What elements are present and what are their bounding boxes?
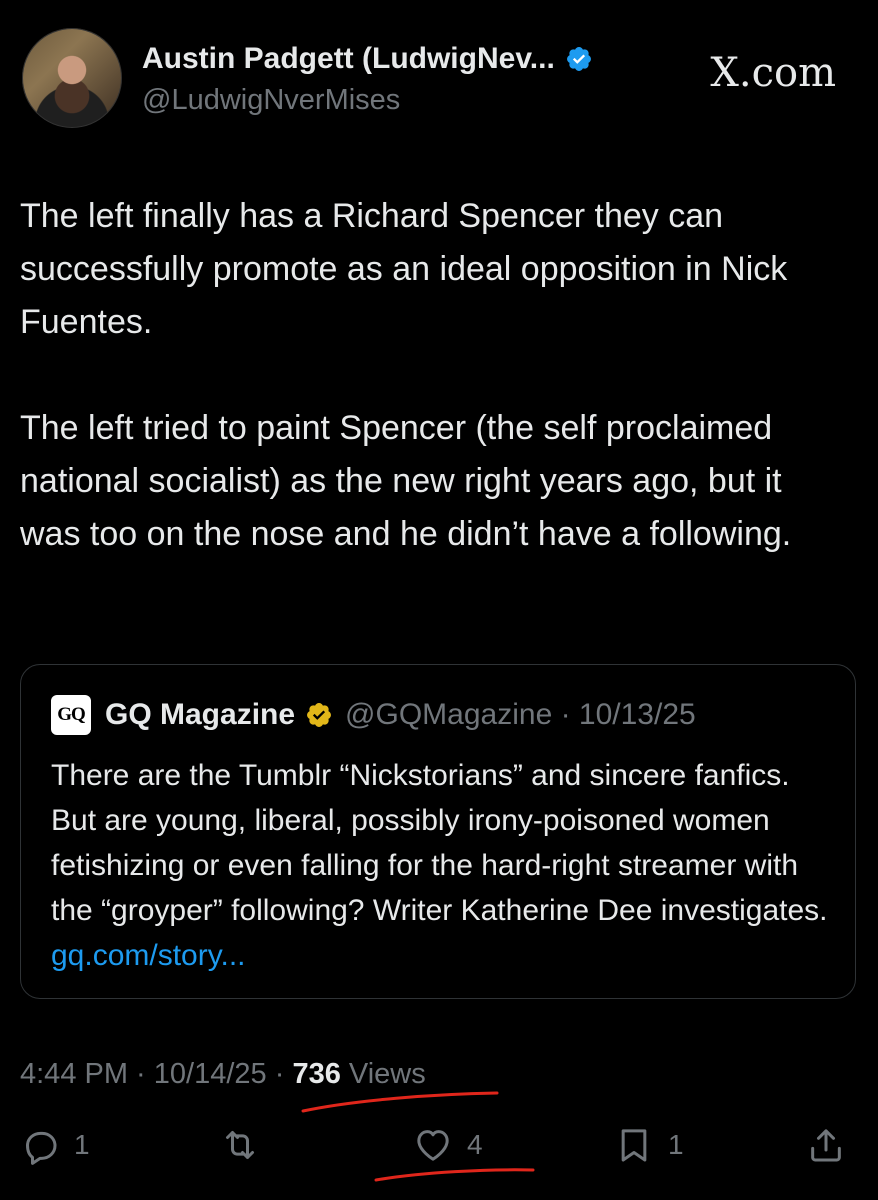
bookmark-button[interactable]: 1 [614, 1125, 684, 1165]
quoted-tweet-text: There are the Tumblr “Nickstorians” and … [51, 753, 841, 978]
views-count: 736 [292, 1058, 341, 1090]
gq-avatar-logo[interactable]: GQ [51, 695, 91, 735]
quoted-tweet-body: There are the Tumblr “Nickstorians” and … [51, 759, 836, 927]
tweet-timestamp[interactable]: 4:44 PM · 10/14/25 · [20, 1058, 292, 1090]
x-com-logo: X.com [710, 50, 836, 96]
heart-icon [417, 1130, 449, 1161]
author-handle[interactable]: @LudwigNverMises [142, 84, 400, 117]
reply-icon [26, 1131, 57, 1165]
author-name-row[interactable]: Austin Padgett (LudwigNev... [142, 42, 593, 76]
author-display-name[interactable]: Austin Padgett (LudwigNev... [142, 42, 555, 76]
tweet-text: The left finally has a Richard Spencer t… [20, 197, 792, 553]
share-button[interactable] [806, 1125, 846, 1165]
quoted-handle-date[interactable]: @GQMagazine · 10/13/25 [345, 698, 696, 732]
share-icon [811, 1129, 841, 1162]
reply-count: 1 [74, 1129, 90, 1160]
repost-button[interactable] [220, 1125, 274, 1165]
action-bar: 1 4 1 [20, 1125, 856, 1175]
tweet-header: Austin Padgett (LudwigNev... @LudwigNver… [22, 28, 856, 138]
repost-icon [226, 1131, 254, 1159]
verified-badge-icon [566, 47, 591, 71]
bookmark-count: 1 [668, 1129, 684, 1160]
gold-verified-badge-icon [307, 703, 332, 727]
reply-button[interactable]: 1 [20, 1125, 90, 1165]
avatar[interactable] [22, 28, 122, 128]
quoted-tweet-link[interactable]: gq.com/story... [51, 939, 246, 972]
quoted-tweet-card[interactable]: GQ GQ Magazine @GQMagazine · 10/13/25 Th… [20, 664, 856, 999]
quoted-author-name[interactable]: GQ Magazine [105, 698, 295, 732]
like-count: 4 [467, 1129, 483, 1160]
views-label: Views [348, 1058, 426, 1090]
bookmark-icon [621, 1129, 647, 1162]
like-button[interactable]: 4 [413, 1125, 483, 1165]
tweet-meta: 4:44 PM · 10/14/25 · 736 Views [20, 1058, 426, 1091]
quoted-tweet-header: GQ GQ Magazine @GQMagazine · 10/13/25 [51, 695, 696, 735]
